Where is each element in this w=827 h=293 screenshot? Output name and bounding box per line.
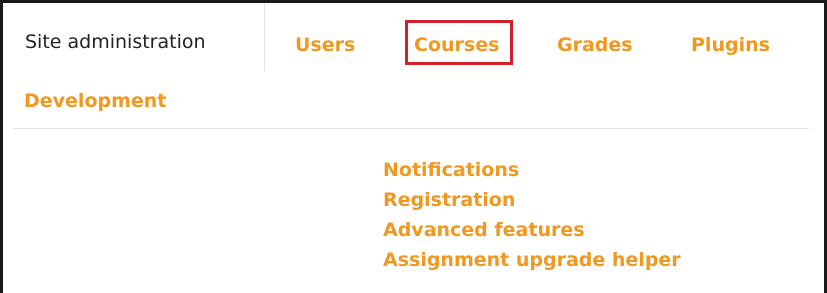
submenu-item-assignment-upgrade-helper[interactable]: Assignment upgrade helper: [383, 245, 681, 275]
admin-tabs: Site administration Users Courses Grades…: [3, 3, 824, 129]
tabs-divider: [13, 128, 809, 129]
tab-users[interactable]: Users: [295, 35, 355, 55]
tab-plugins[interactable]: Plugins: [691, 35, 770, 55]
tab-site-administration: Site administration: [3, 3, 265, 71]
tab-courses[interactable]: Courses: [414, 35, 499, 55]
submenu-item-registration[interactable]: Registration: [383, 185, 681, 215]
submenu-item-advanced-features[interactable]: Advanced features: [383, 215, 681, 245]
tab-grades[interactable]: Grades: [557, 35, 633, 55]
tab-development[interactable]: Development: [24, 91, 166, 111]
admin-panel: Site administration Users Courses Grades…: [0, 0, 827, 293]
submenu-item-notifications[interactable]: Notifications: [383, 155, 681, 185]
submenu-list: Notifications Registration Advanced feat…: [383, 155, 681, 275]
